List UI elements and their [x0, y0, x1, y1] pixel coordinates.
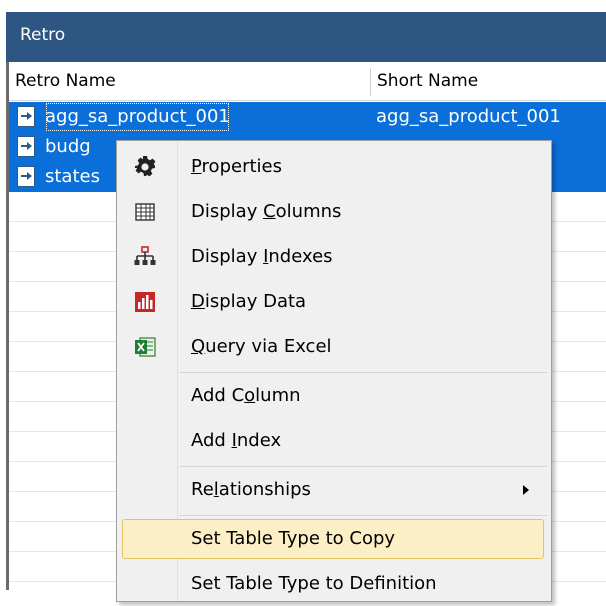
menu-item-label: Display Data: [191, 291, 307, 312]
menu-item-set-table-type-copy[interactable]: Set Table Type to Copy: [117, 517, 551, 561]
menu-item-set-table-type-definition[interactable]: Set Table Type to Definition: [117, 562, 551, 606]
menu-item-label: Set Table Type to Copy: [191, 528, 396, 549]
submenu-arrow-icon: [523, 485, 529, 495]
bar-chart-icon: [135, 292, 155, 312]
table-icon: [17, 106, 35, 127]
menu-item-label: Add Index: [191, 430, 282, 451]
menu-item-label: Relationships: [191, 479, 311, 500]
table-row[interactable]: agg_sa_product_001 agg_sa_product_001: [9, 102, 606, 132]
retro-name-cell[interactable]: budg: [45, 132, 91, 162]
menu-item-relationships[interactable]: Relationships: [117, 468, 551, 512]
short-name-cell[interactable]: agg_sa_product_001: [376, 102, 561, 132]
panel-title: Retro: [6, 12, 606, 62]
menu-item-display-columns[interactable]: Display Columns: [117, 190, 551, 234]
menu-item-display-data[interactable]: Display Data: [117, 280, 551, 324]
menu-item-label: Display Indexes: [191, 246, 333, 267]
retro-name-cell[interactable]: states: [45, 162, 100, 192]
menu-item-label: Display Columns: [191, 201, 342, 222]
menu-item-label: Add Column: [191, 385, 301, 406]
menu-separator: [179, 372, 547, 373]
menu-item-properties[interactable]: Properties: [117, 145, 551, 189]
retro-panel: Retro Retro Name Short Name agg_sa_produ…: [0, 0, 606, 602]
grid-header: Retro Name Short Name: [9, 62, 606, 101]
menu-separator: [179, 466, 547, 467]
menu-separator: [179, 515, 547, 516]
excel-icon: [135, 337, 156, 357]
menu-item-display-indexes[interactable]: Display Indexes: [117, 235, 551, 279]
column-header-short-name[interactable]: Short Name: [371, 62, 606, 100]
menu-item-add-index[interactable]: Add Index: [117, 419, 551, 463]
table-icon: [17, 136, 35, 157]
menu-item-label: Set Table Type to Definition: [191, 573, 437, 594]
context-menu: Properties Display Columns Display Index…: [116, 140, 552, 602]
table-grid-icon: [135, 203, 155, 221]
gear-icon: [135, 156, 156, 177]
table-icon: [17, 166, 35, 187]
column-header-retro-name[interactable]: Retro Name: [9, 62, 370, 100]
menu-item-add-column[interactable]: Add Column: [117, 374, 551, 418]
menu-item-label: Properties: [191, 156, 282, 177]
menu-item-label: Query via Excel: [191, 336, 332, 357]
hierarchy-icon: [134, 246, 156, 265]
retro-name-cell[interactable]: agg_sa_product_001: [45, 102, 230, 132]
menu-item-query-via-excel[interactable]: Query via Excel: [117, 325, 551, 369]
